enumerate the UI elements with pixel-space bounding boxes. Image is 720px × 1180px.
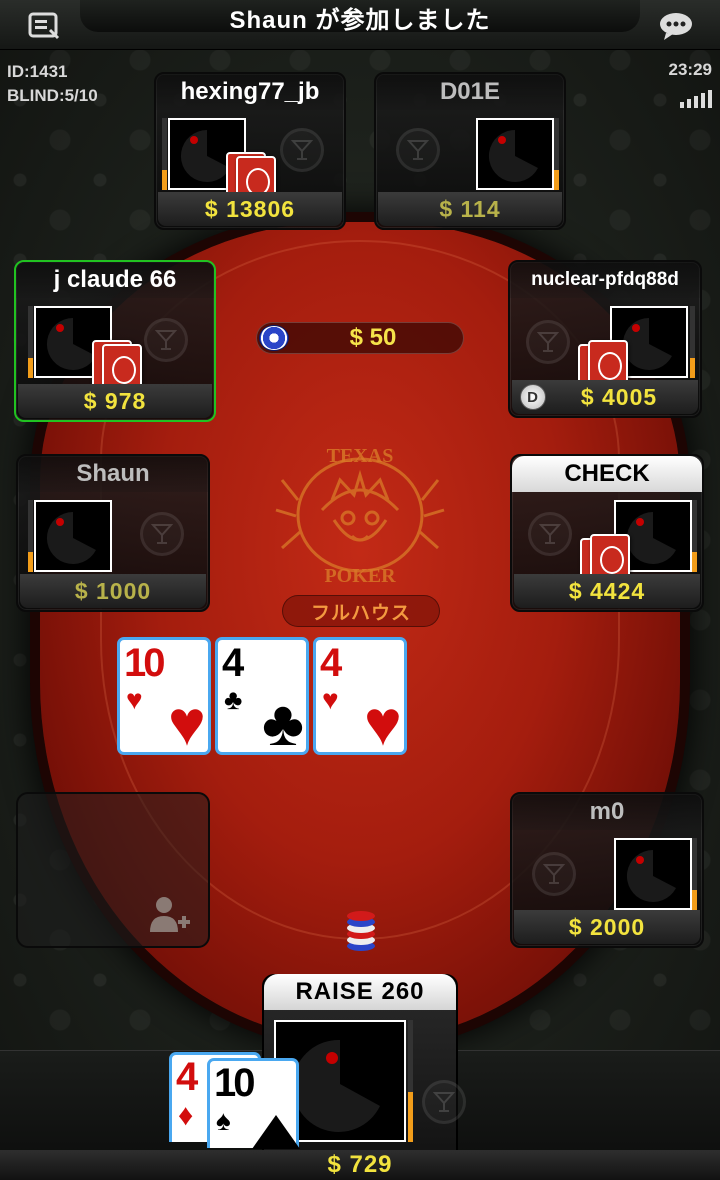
player-seat[interactable]: CHECK $ 4424 bbox=[510, 454, 704, 612]
svg-text:POKER: POKER bbox=[324, 565, 396, 587]
timer-bar bbox=[28, 500, 33, 572]
timer-bar bbox=[692, 500, 697, 572]
diamond-icon: ♦ bbox=[178, 1099, 194, 1132]
timer-bar bbox=[692, 838, 697, 910]
chat-button[interactable] bbox=[636, 6, 716, 46]
player-avatar bbox=[476, 118, 554, 190]
community-card: 10 ♥ ♥ bbox=[117, 637, 211, 759]
spade-icon: ♠ bbox=[216, 1105, 231, 1136]
my-hole-card: 10 ♠ bbox=[207, 1058, 300, 1149]
cocktail-icon bbox=[422, 1080, 466, 1124]
heart-icon: ♥ bbox=[364, 687, 402, 759]
player-avatar bbox=[34, 500, 112, 572]
player-seat[interactable]: hexing77_jb $ 13806 bbox=[154, 72, 346, 230]
texas-poker-logo: TEXAS POKER bbox=[275, 445, 445, 587]
chip-icon bbox=[259, 325, 289, 351]
card-rank: 4 bbox=[176, 1055, 199, 1099]
club-icon: ♣ bbox=[262, 687, 304, 759]
player-action: CHECK bbox=[512, 456, 702, 492]
table-info: ID:1431 BLIND:5/10 bbox=[7, 60, 98, 108]
blind-level: BLIND:5/10 bbox=[7, 86, 98, 105]
player-stack: D $ 4005 bbox=[512, 380, 698, 414]
player-seat-active[interactable]: j claude 66 $ 978 bbox=[14, 260, 216, 422]
player-seat[interactable]: nuclear-pfdq88d D $ 4005 bbox=[508, 260, 702, 418]
player-stack: $ 1000 bbox=[20, 574, 206, 608]
player-name: j claude 66 bbox=[16, 262, 214, 298]
spade-icon bbox=[252, 1115, 300, 1149]
card-rank: 4 bbox=[320, 641, 342, 685]
card-rank: 10 bbox=[124, 641, 165, 685]
player-seat[interactable]: m0 $ 2000 bbox=[510, 792, 704, 948]
menu-button[interactable] bbox=[4, 6, 84, 46]
community-card: 4 ♥ ♥ bbox=[313, 637, 407, 759]
cocktail-icon bbox=[526, 320, 570, 364]
player-stack: $ 4424 bbox=[514, 574, 700, 608]
pot-display: $ 50 bbox=[256, 322, 464, 354]
hand-name-label: フルハウス bbox=[282, 595, 440, 627]
player-stack: $ 13806 bbox=[158, 192, 342, 226]
clock: 23:29 bbox=[668, 60, 712, 79]
timer-bar bbox=[28, 306, 33, 378]
community-card: 4 ♣ ♣ bbox=[215, 637, 309, 759]
heart-icon: ♥ bbox=[126, 684, 143, 715]
svg-text:TEXAS: TEXAS bbox=[327, 445, 394, 467]
cocktail-icon bbox=[528, 512, 572, 556]
chip-stack-icon bbox=[347, 911, 375, 951]
timer-bar bbox=[162, 118, 167, 190]
dealer-button: D bbox=[520, 384, 546, 410]
cocktail-icon bbox=[140, 512, 184, 556]
heart-icon: ♥ bbox=[322, 684, 339, 715]
cocktail-icon bbox=[532, 852, 576, 896]
heart-icon: ♥ bbox=[168, 687, 206, 759]
card-rank: 4 bbox=[222, 641, 244, 685]
player-stack: $ 114 bbox=[378, 192, 562, 226]
top-bar: Shaun が参加しました bbox=[0, 0, 720, 50]
player-name: D01E bbox=[376, 74, 564, 110]
player-name: hexing77_jb bbox=[156, 74, 344, 110]
cocktail-icon bbox=[396, 128, 440, 172]
menu-list-icon bbox=[28, 12, 60, 40]
timer-bar bbox=[554, 118, 559, 190]
player-seat[interactable]: D01E $ 114 bbox=[374, 72, 566, 230]
table-id: ID:1431 bbox=[7, 62, 68, 81]
player-name: nuclear-pfdq88d bbox=[510, 262, 700, 298]
empty-seat[interactable] bbox=[16, 792, 210, 948]
my-action-label: RAISE 260 bbox=[264, 974, 456, 1010]
player-stack: $ 2000 bbox=[514, 910, 700, 944]
my-stack: $ 729 bbox=[0, 1150, 720, 1180]
chat-bubble-icon bbox=[660, 13, 692, 40]
cocktail-icon bbox=[280, 128, 324, 172]
add-user-icon bbox=[150, 897, 190, 932]
signal-strength-icon bbox=[680, 90, 712, 108]
notification-title: Shaun が参加しました bbox=[80, 0, 640, 34]
pot-amount: $ 50 bbox=[349, 324, 397, 351]
card-rank: 10 bbox=[214, 1061, 255, 1105]
club-icon: ♣ bbox=[224, 684, 243, 715]
player-stack: $ 978 bbox=[18, 384, 212, 418]
player-avatar bbox=[614, 838, 692, 910]
timer-bar bbox=[690, 306, 695, 378]
player-name: m0 bbox=[512, 794, 702, 830]
hole-cards bbox=[92, 340, 152, 394]
player-name: Shaun bbox=[18, 456, 208, 492]
stack-amount: $ 4005 bbox=[580, 383, 658, 410]
timer-bar bbox=[408, 1020, 413, 1142]
player-seat[interactable]: Shaun $ 1000 bbox=[16, 454, 210, 612]
